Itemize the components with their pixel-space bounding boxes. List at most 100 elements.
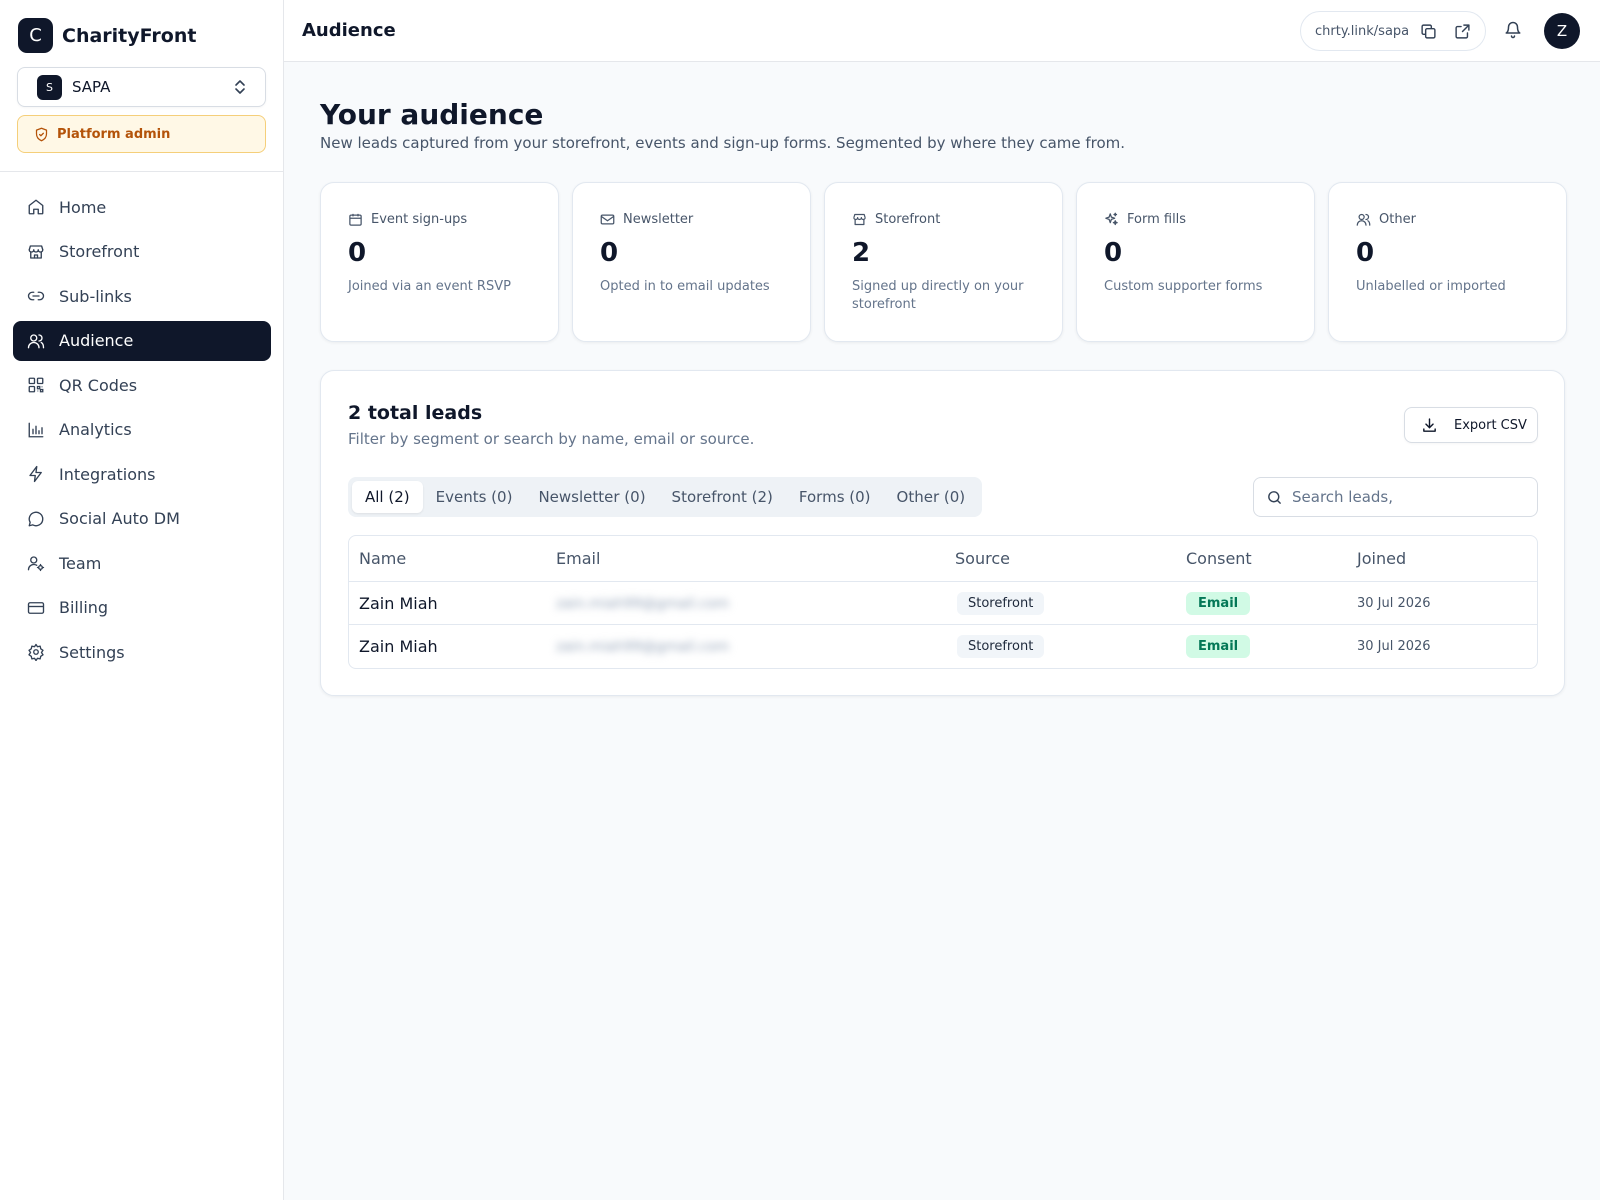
sparkles-icon [1104,212,1127,227]
org-badge: S [37,74,62,100]
stat-value: 0 [600,238,619,268]
search-input[interactable] [1292,488,1512,506]
users-icon [1356,212,1379,227]
search-box [1253,477,1538,517]
users-icon [27,332,59,350]
column-header-source[interactable]: Source [955,536,1010,581]
sidebar-item-label: Storefront [59,242,140,261]
stat-card-storefront[interactable]: Storefront 2 Signed up directly on your … [824,182,1063,342]
lead-email: zain.miah99@gmail.com [556,595,730,612]
lead-joined: 30 Jul 2026 [1357,639,1431,654]
stat-value: 0 [1104,238,1123,268]
leads-table: Name Email Source Consent Joined Zain Mi… [348,535,1538,669]
tab-storefront[interactable]: Storefront (2) [659,481,786,513]
export-csv-label: Export CSV [1454,417,1527,433]
storefront-link-chip: chrty.link/sapa [1300,11,1486,51]
lead-joined: 30 Jul 2026 [1357,596,1431,611]
stat-card-event-signups[interactable]: Event sign-ups 0 Joined via an event RSV… [320,182,559,342]
sidebar-item-sub-links[interactable]: Sub-links [13,276,271,316]
tab-newsletter[interactable]: Newsletter (0) [525,481,658,513]
consent-badge: Email [1186,592,1251,615]
storefront-link-text[interactable]: chrty.link/sapa [1315,24,1417,39]
home-icon [27,198,59,216]
sidebar-nav: Home Storefront Sub-links Audience QR Co… [13,187,271,677]
download-icon [1421,417,1454,434]
sidebar: C CharityFront S SAPA Platform admin Hom… [0,0,284,1200]
stat-card-newsletter[interactable]: Newsletter 0 Opted in to email updates [572,182,811,342]
tab-events[interactable]: Events (0) [423,481,526,513]
sidebar-item-label: QR Codes [59,375,138,395]
lead-source-cell: Storefront [955,625,1045,668]
source-badge: Storefront [957,592,1045,615]
sidebar-item-qr-codes[interactable]: QR Codes [13,365,271,405]
column-header-name[interactable]: Name [359,536,406,581]
top-header: Audience chrty.link/sapa Z [284,0,1600,62]
sidebar-item-storefront[interactable]: Storefront [13,232,271,272]
tab-all[interactable]: All (2) [352,481,423,513]
copy-icon[interactable] [1417,20,1439,42]
gear-icon [27,643,59,661]
brand-logo: C [18,18,53,53]
org-name: SAPA [72,78,111,96]
stat-label: Form fills [1127,211,1187,227]
column-header-consent[interactable]: Consent [1186,536,1252,581]
leads-panel: 2 total leads Filter by segment or searc… [320,370,1565,696]
header-title: Audience [302,20,396,41]
table-row[interactable]: Zain Miah zain.miah99@gmail.com Storefro… [349,581,1537,625]
sidebar-item-billing[interactable]: Billing [13,588,271,628]
page-title: Your audience [320,98,544,131]
link-icon [27,287,59,305]
stat-value: 2 [852,238,871,268]
store-icon [27,243,59,261]
stat-value: 0 [348,238,367,268]
stat-description: Unlabelled or imported [1356,279,1506,294]
export-csv-button[interactable]: Export CSV [1404,407,1538,443]
column-header-email[interactable]: Email [556,536,600,581]
shield-icon [34,127,57,142]
calendar-icon [348,212,371,227]
external-link-icon[interactable] [1451,20,1473,42]
sidebar-item-settings[interactable]: Settings [13,632,271,672]
sidebar-item-label: Audience [59,331,134,350]
stat-card-form-fills[interactable]: Form fills 0 Custom supporter forms [1076,182,1315,342]
stat-label: Newsletter [623,211,694,227]
search-icon [1266,489,1292,506]
lead-consent-cell: Email [1186,582,1251,625]
stat-label: Event sign-ups [371,211,468,227]
bell-icon[interactable] [1504,20,1522,40]
stat-card-other[interactable]: Other 0 Unlabelled or imported [1328,182,1567,342]
consent-badge: Email [1186,635,1251,658]
stat-description: Signed up directly on your storefront [852,279,1024,312]
sidebar-item-home[interactable]: Home [13,187,271,227]
sidebar-item-social-auto-dm[interactable]: Social Auto DM [13,499,271,539]
table-header-row: Name Email Source Consent Joined [349,536,1537,581]
column-header-joined[interactable]: Joined [1357,536,1406,581]
org-switcher[interactable]: S SAPA [17,67,266,107]
lead-consent-cell: Email [1186,625,1251,668]
sidebar-item-analytics[interactable]: Analytics [13,410,271,450]
message-circle-icon [27,510,59,528]
sidebar-item-audience[interactable]: Audience [13,320,271,361]
page-subtitle: New leads captured from your storefront,… [320,134,1126,152]
sidebar-item-integrations[interactable]: Integrations [13,454,271,494]
sidebar-item-label: Settings [59,642,125,662]
tab-forms[interactable]: Forms (0) [786,481,884,513]
platform-admin-label: Platform admin [57,126,171,142]
sidebar-item-team[interactable]: Team [13,543,271,583]
lead-name: Zain Miah [359,594,438,613]
platform-admin-badge: Platform admin [17,115,266,153]
avatar[interactable]: Z [1544,13,1580,49]
stat-description: Opted in to email updates [600,279,770,294]
mail-icon [600,212,623,227]
stat-value: 0 [1356,238,1375,268]
lead-email-cell: zain.miah99@gmail.com [556,625,729,668]
credit-card-icon [27,599,59,617]
lead-email: zain.miah99@gmail.com [556,638,730,655]
brand[interactable]: C CharityFront [18,18,196,53]
table-row[interactable]: Zain Miah zain.miah99@gmail.com Storefro… [349,624,1537,668]
source-badge: Storefront [957,635,1045,658]
qr-code-icon [27,376,59,394]
sidebar-item-label: Integrations [59,464,156,484]
tab-other[interactable]: Other (0) [884,481,979,513]
brand-name: CharityFront [62,24,197,47]
